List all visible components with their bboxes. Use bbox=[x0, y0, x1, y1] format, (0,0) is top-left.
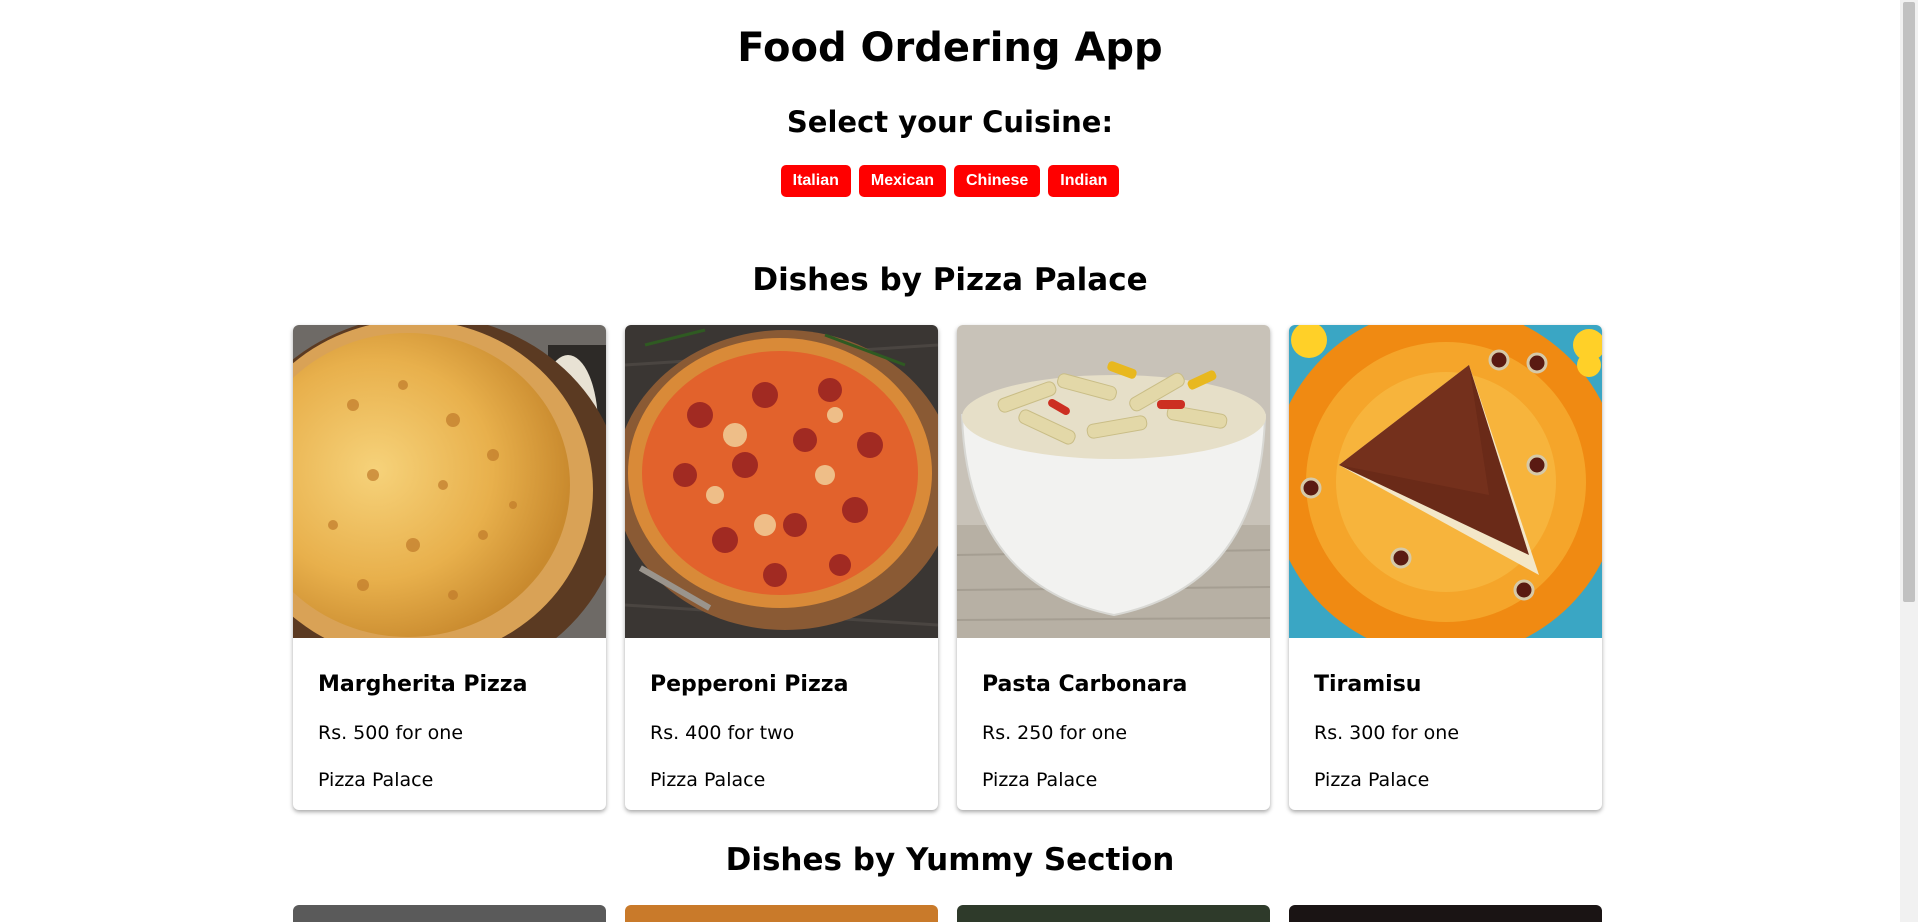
dish-price: Rs. 300 for one bbox=[1314, 722, 1460, 744]
cuisine-button-group: Italian Mexican Chinese Indian bbox=[0, 165, 1900, 197]
dish-card-body: Margherita Pizza Rs. 500 for one Pizza P… bbox=[293, 638, 606, 810]
pasta-carbonara-image bbox=[957, 325, 1270, 638]
cuisine-button-indian[interactable]: Indian bbox=[1048, 165, 1120, 197]
section-title-pizza-palace: Dishes by Pizza Palace bbox=[752, 262, 1148, 298]
dish-card-partial[interactable] bbox=[1289, 905, 1602, 922]
dish-card-partial[interactable] bbox=[293, 905, 606, 922]
dish-restaurant: Pizza Palace bbox=[650, 769, 766, 791]
cuisine-button-chinese[interactable]: Chinese bbox=[954, 165, 1041, 197]
cuisine-button-mexican[interactable]: Mexican bbox=[858, 165, 946, 197]
dish-name: Pepperoni Pizza bbox=[650, 672, 849, 697]
vertical-scrollbar[interactable] bbox=[1900, 0, 1918, 922]
scrollbar-thumb[interactable] bbox=[1903, 2, 1915, 602]
dish-card-body: Pepperoni Pizza Rs. 400 for two Pizza Pa… bbox=[625, 638, 938, 810]
section-title-yummy-section: Dishes by Yummy Section bbox=[725, 842, 1175, 878]
dish-restaurant: Pizza Palace bbox=[318, 769, 434, 791]
dish-price: Rs. 250 for one bbox=[982, 722, 1128, 744]
dish-card[interactable]: Tiramisu Rs. 300 for one Pizza Palace bbox=[1289, 325, 1602, 810]
page: Food Ordering App Select your Cuisine: I… bbox=[0, 0, 1900, 922]
dish-restaurant: Pizza Palace bbox=[1314, 769, 1430, 791]
dish-card[interactable]: Margherita Pizza Rs. 500 for one Pizza P… bbox=[293, 325, 606, 810]
dish-price: Rs. 400 for two bbox=[650, 722, 795, 744]
dish-name: Margherita Pizza bbox=[318, 672, 528, 697]
dish-card-partial[interactable] bbox=[957, 905, 1270, 922]
cuisine-button-italian[interactable]: Italian bbox=[780, 165, 851, 197]
dish-name: Tiramisu bbox=[1314, 672, 1422, 697]
app-title: Food Ordering App bbox=[737, 25, 1163, 71]
dish-card-partial[interactable] bbox=[625, 905, 938, 922]
pepperoni-pizza-image bbox=[625, 325, 938, 638]
dish-price: Rs. 500 for one bbox=[318, 722, 464, 744]
dish-card-body: Tiramisu Rs. 300 for one Pizza Palace bbox=[1289, 638, 1602, 810]
dish-card-body: Pasta Carbonara Rs. 250 for one Pizza Pa… bbox=[957, 638, 1270, 810]
dish-card[interactable]: Pepperoni Pizza Rs. 400 for two Pizza Pa… bbox=[625, 325, 938, 810]
dish-restaurant: Pizza Palace bbox=[982, 769, 1098, 791]
margherita-pizza-image bbox=[293, 325, 606, 638]
dish-card[interactable]: Pasta Carbonara Rs. 250 for one Pizza Pa… bbox=[957, 325, 1270, 810]
dish-card-row: Margherita Pizza Rs. 500 for one Pizza P… bbox=[293, 325, 1602, 810]
cuisine-heading: Select your Cuisine: bbox=[786, 105, 1114, 139]
dish-card-row-partial bbox=[293, 905, 1602, 922]
tiramisu-image bbox=[1289, 325, 1602, 638]
dish-name: Pasta Carbonara bbox=[982, 672, 1188, 697]
